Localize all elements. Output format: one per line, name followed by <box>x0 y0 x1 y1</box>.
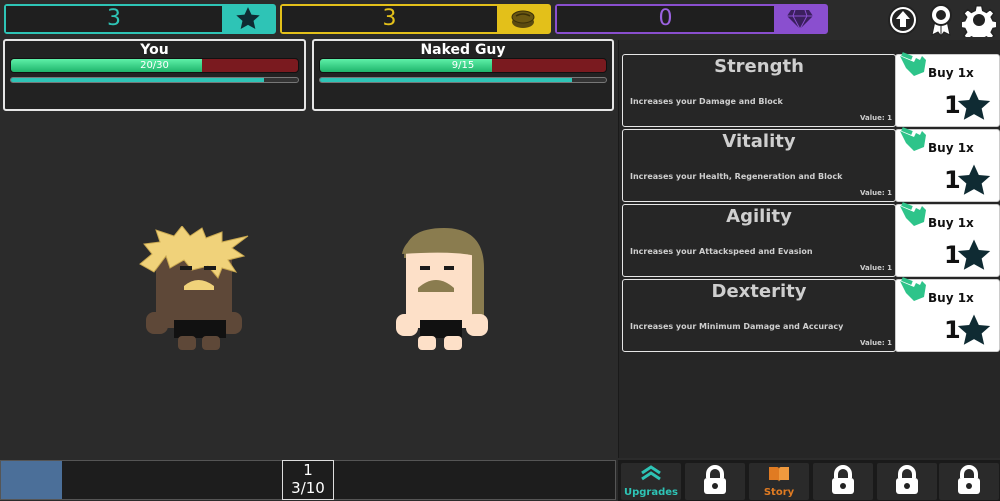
star-icon <box>956 313 992 353</box>
stage-level: 1 <box>303 461 313 479</box>
tab-locked-1[interactable] <box>685 463 745 500</box>
book-icon <box>768 465 790 487</box>
enemy-health-bar: 9/15 <box>319 58 607 73</box>
upgrade-arrow-icon[interactable] <box>886 3 920 37</box>
upgrades-chevron-icon <box>640 465 662 487</box>
stat-description: Increases your Attackspeed and Evasion <box>630 247 813 256</box>
stat-value: Value: 1 <box>860 339 892 347</box>
tab-upgrades[interactable]: Upgrades <box>621 463 681 500</box>
tab-locked-4[interactable] <box>939 463 999 500</box>
stars-counter: 3 <box>4 4 276 34</box>
stage-kills: 3/10 <box>291 479 325 497</box>
star-icon <box>222 6 274 32</box>
coins-counter: 3 <box>280 4 551 34</box>
player-panel: You 20/30 <box>3 39 306 111</box>
bottom-tabs: Upgrades Story <box>618 460 1000 501</box>
lock-icon <box>894 464 920 499</box>
player-character <box>136 225 252 356</box>
gems-counter: 0 <box>555 4 828 34</box>
diamond-icon <box>774 6 826 32</box>
buy-label: Buy 1x <box>928 216 974 230</box>
star-icon <box>956 163 992 203</box>
lock-icon <box>702 464 728 499</box>
buy-label: Buy 1x <box>928 141 974 155</box>
stat-description: Increases your Damage and Block <box>630 97 783 106</box>
enemy-panel: Naked Guy 9/15 <box>312 39 614 111</box>
coins-icon <box>497 6 549 32</box>
tab-locked-2[interactable] <box>813 463 873 500</box>
tab-upgrades-label: Upgrades <box>623 487 678 498</box>
lock-icon <box>830 464 856 499</box>
player-health-text: 20/30 <box>140 60 169 71</box>
stat-info: Strength Increases your Damage and Block… <box>622 54 896 127</box>
stage-indicator: 1 3/10 <box>282 460 334 500</box>
star-icon <box>956 238 992 278</box>
lock-icon <box>956 464 982 499</box>
gear-icon[interactable] <box>962 3 996 37</box>
pointing-hand-icon <box>898 127 928 157</box>
stat-row-dexterity: Dexterity Increases your Minimum Damage … <box>622 277 1000 353</box>
stars-value: 3 <box>6 6 222 32</box>
stat-title: Strength <box>714 56 804 77</box>
stat-value: Value: 1 <box>860 189 892 197</box>
tab-story-label: Story <box>763 487 795 498</box>
enemy-attack-timer-bar <box>319 77 607 83</box>
gems-value: 0 <box>557 6 774 32</box>
ribbon-award-icon[interactable] <box>924 3 958 37</box>
stat-value: Value: 1 <box>860 114 892 122</box>
buy-strength-button[interactable]: Buy 1x 1 <box>895 52 1000 128</box>
enemy-character <box>392 228 496 356</box>
enemy-health-text: 9/15 <box>451 60 475 71</box>
tab-locked-3[interactable] <box>877 463 937 500</box>
enemy-name: Naked Guy <box>420 42 506 58</box>
stat-info: Agility Increases your Attackspeed and E… <box>622 204 896 277</box>
buy-label: Buy 1x <box>928 66 974 80</box>
enemy-attack-timer-fill <box>320 78 572 82</box>
stat-value: Value: 1 <box>860 264 892 272</box>
stat-title: Dexterity <box>711 281 807 302</box>
buy-label: Buy 1x <box>928 291 974 305</box>
player-health-bar: 20/30 <box>10 58 299 73</box>
tab-story[interactable]: Story <box>749 463 809 500</box>
stat-row-agility: Agility Increases your Attackspeed and E… <box>622 202 1000 278</box>
pointing-hand-icon <box>898 202 928 232</box>
stat-description: Increases your Health, Regeneration and … <box>630 172 843 181</box>
stat-info: Dexterity Increases your Minimum Damage … <box>622 279 896 352</box>
player-attack-timer-fill <box>11 78 264 82</box>
stat-row-vitality: Vitality Increases your Health, Regenera… <box>622 127 1000 203</box>
stat-title: Vitality <box>722 131 796 152</box>
buy-agility-button[interactable]: Buy 1x 1 <box>895 202 1000 278</box>
stat-info: Vitality Increases your Health, Regenera… <box>622 129 896 202</box>
stat-row-strength: Strength Increases your Damage and Block… <box>622 52 1000 128</box>
buy-vitality-button[interactable]: Buy 1x 1 <box>895 127 1000 203</box>
pointing-hand-icon <box>898 277 928 307</box>
stat-description: Increases your Minimum Damage and Accura… <box>630 322 844 331</box>
player-attack-timer-bar <box>10 77 299 83</box>
player-name: You <box>140 42 169 58</box>
star-icon <box>956 88 992 128</box>
stat-title: Agility <box>726 206 792 227</box>
pointing-hand-icon <box>898 52 928 82</box>
coins-value: 3 <box>282 6 497 32</box>
buy-dexterity-button[interactable]: Buy 1x 1 <box>895 277 1000 353</box>
stage-progress-fill <box>1 461 63 499</box>
